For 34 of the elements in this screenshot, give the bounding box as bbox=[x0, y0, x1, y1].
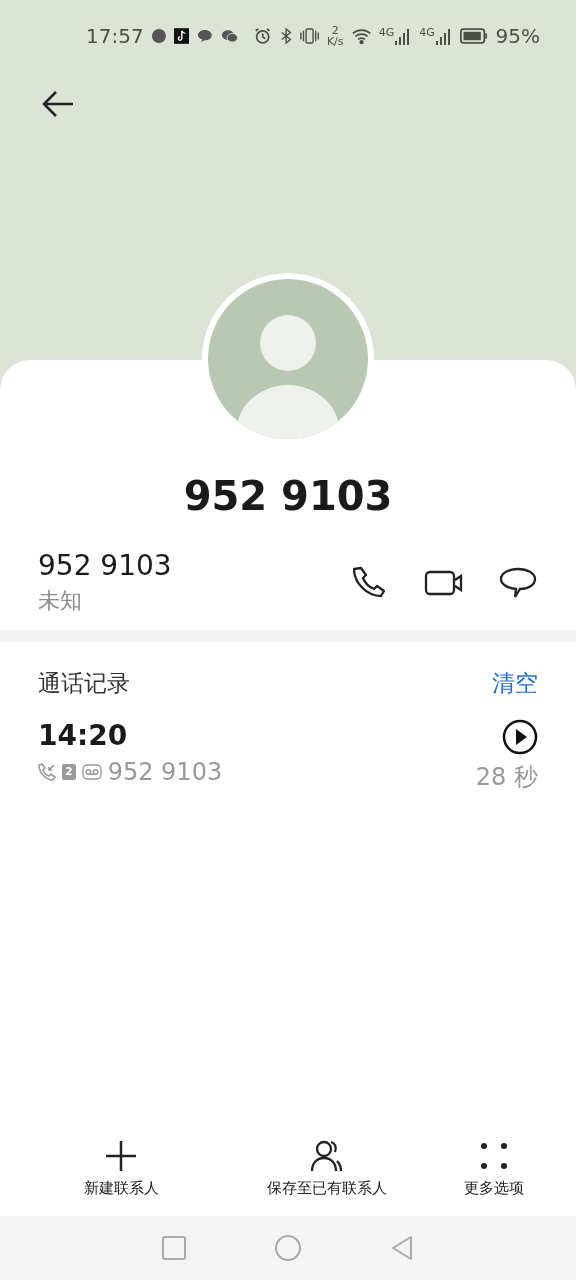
clear-link[interactable]: 清空 bbox=[492, 668, 538, 699]
status-time: 17:57 bbox=[86, 24, 144, 48]
sim-badge: 2 bbox=[62, 764, 76, 780]
action-button[interactable]: 保存至已有联系人 bbox=[242, 1139, 412, 1198]
chat-bubble-icon bbox=[197, 28, 213, 44]
play-icon[interactable] bbox=[502, 719, 538, 755]
contact-name: 952 9103 bbox=[182, 473, 394, 519]
call-time: 14:20 bbox=[38, 719, 129, 752]
network-type: 4G bbox=[419, 27, 435, 38]
incoming-call-icon bbox=[38, 763, 56, 781]
signal-icon bbox=[435, 27, 452, 45]
vibrate-icon bbox=[299, 26, 319, 46]
number-label: 未知 bbox=[38, 587, 83, 615]
wifi-icon bbox=[351, 27, 371, 45]
person-icon bbox=[310, 1139, 344, 1173]
battery-percent: 95% bbox=[495, 24, 540, 48]
phone-number: 952 9103 bbox=[38, 549, 173, 582]
call-duration: 28 秒 bbox=[475, 762, 538, 793]
plus-icon bbox=[104, 1139, 138, 1173]
action-button[interactable]: 更多选项 bbox=[412, 1139, 576, 1198]
call-number: 952 9103 bbox=[107, 758, 223, 786]
battery-icon bbox=[459, 27, 488, 45]
section-title: 通话记录 bbox=[38, 669, 130, 698]
chat-bubbles-icon bbox=[220, 28, 239, 44]
speed-unit: K/s bbox=[326, 36, 344, 47]
network-type: 4G bbox=[378, 27, 395, 38]
voicemail-icon bbox=[81, 764, 102, 780]
signal-icon bbox=[395, 27, 412, 45]
audio-icon bbox=[151, 28, 166, 44]
bluetooth-icon bbox=[279, 26, 292, 46]
action-button[interactable]: 新建联系人 bbox=[0, 1139, 242, 1198]
music-note-icon bbox=[173, 27, 190, 45]
speed-value: 2 bbox=[331, 25, 339, 36]
alarm-icon bbox=[254, 26, 272, 46]
